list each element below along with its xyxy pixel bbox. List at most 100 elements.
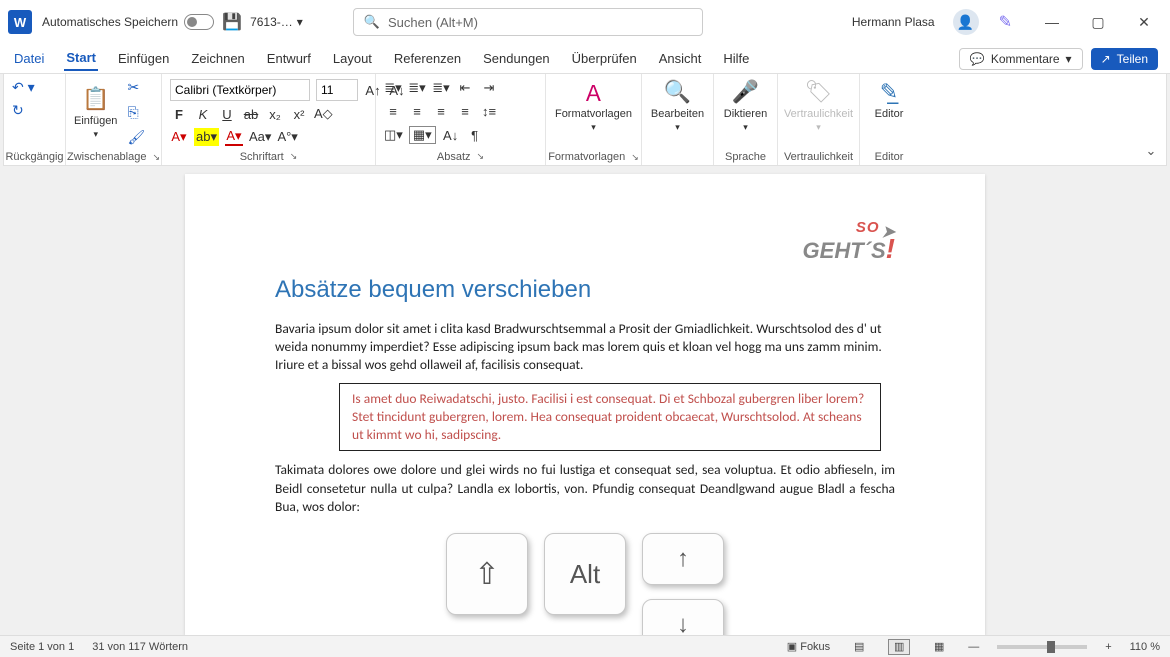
page[interactable]: SO ➤ GEHT´S ! Absätze bequem verschieben… (185, 174, 985, 635)
char-style-icon[interactable]: A°▾ (277, 128, 297, 146)
group-paragraph-label: Absatz (437, 151, 471, 163)
tab-review[interactable]: Überprüfen (570, 47, 639, 70)
align-center-icon[interactable]: ≡ (408, 103, 426, 121)
autosave-toggle[interactable] (184, 14, 214, 30)
clear-format-icon[interactable]: A◇ (314, 105, 333, 123)
status-words[interactable]: 31 von 117 Wörtern (92, 641, 188, 653)
subscript-button[interactable]: x₂ (266, 105, 284, 123)
sensitivity-label: Vertraulichkeit (784, 108, 853, 120)
highlight-icon[interactable]: ab▾ (194, 128, 219, 146)
doc-paragraph-2: Is amet duo Reiwadatschi, justo. Facilis… (352, 390, 868, 445)
text-effects-icon[interactable]: A▾ (170, 128, 188, 146)
comments-button[interactable]: 💬 Kommentare ▾ (959, 48, 1083, 70)
editor-button[interactable]: ✎̲ Editor (868, 78, 910, 120)
sensitivity-button: 🏷 Vertraulichkeit ▾ (786, 78, 851, 133)
chevron-down-icon: ▾ (743, 122, 748, 133)
search-input[interactable]: 🔍 Suchen (Alt+M) (353, 8, 703, 36)
user-name[interactable]: Hermann Plasa (852, 15, 935, 29)
sort-icon[interactable]: А↓ (442, 126, 460, 144)
focus-mode-button[interactable]: ▣ Fokus (787, 640, 830, 653)
underline-button[interactable]: U (218, 105, 236, 123)
maximize-button[interactable]: ▢ (1080, 8, 1116, 36)
ribbon-tabs: Datei Start Einfügen Zeichnen Entwurf La… (0, 44, 1170, 74)
status-page[interactable]: Seite 1 von 1 (10, 641, 74, 653)
doc-heading: Absätze bequem verschieben (275, 276, 895, 304)
bullets-icon[interactable]: ≣▾ (384, 79, 402, 97)
bold-button[interactable]: F (170, 105, 188, 123)
paragraph-launcher-icon[interactable]: ↘ (477, 151, 485, 162)
tab-design[interactable]: Entwurf (265, 47, 313, 70)
collapse-ribbon-icon[interactable]: ⌄ (1136, 74, 1166, 165)
paste-button[interactable]: 📋 Einfügen ▾ (74, 85, 117, 140)
read-mode-icon[interactable]: ▤ (848, 639, 870, 655)
pen-icon[interactable]: ✎ (999, 12, 1012, 32)
group-editor-label: Editor (868, 149, 910, 163)
justify-icon[interactable]: ≡ (456, 103, 474, 121)
indent-icon[interactable]: ⇥ (480, 79, 498, 97)
tag-icon: 🏷 (805, 78, 833, 106)
paste-icon: 📋 (82, 85, 109, 113)
numbering-icon[interactable]: ≣▾ (408, 79, 426, 97)
minimize-button[interactable]: — (1034, 8, 1070, 36)
zoom-level[interactable]: 110 % (1130, 641, 1160, 653)
font-color-icon[interactable]: A▾ (225, 128, 243, 146)
group-edit-label (650, 161, 705, 163)
keyboard-hint: ⇧ Alt ↑ ↓ (446, 533, 724, 635)
undo-icon[interactable]: ↶ ▾ (12, 79, 35, 96)
copy-icon[interactable]: ⎘ (127, 104, 145, 121)
multilevel-icon[interactable]: ≣▾ (432, 79, 450, 97)
borders-icon[interactable]: ▦▾ (409, 126, 436, 144)
italic-button[interactable]: K (194, 105, 212, 123)
dictate-label: Diktieren (724, 108, 767, 120)
superscript-button[interactable]: x² (290, 105, 308, 123)
styles-button[interactable]: Ａ Formatvorlagen ▾ (554, 78, 633, 133)
zoom-slider[interactable] (997, 645, 1087, 649)
logo-excl: ! (886, 235, 895, 263)
group-sensitivity-label: Vertraulichkeit (786, 149, 851, 163)
strike-button[interactable]: ab (242, 105, 260, 123)
line-spacing-icon[interactable]: ↕≡ (480, 103, 498, 121)
search-placeholder: Suchen (Alt+M) (388, 15, 478, 30)
tab-draw[interactable]: Zeichnen (189, 47, 246, 70)
redo-icon[interactable]: ↻ (12, 102, 24, 119)
dictate-button[interactable]: 🎤 Diktieren ▾ (722, 78, 769, 133)
change-case-icon[interactable]: Aa▾ (249, 128, 271, 146)
clipboard-launcher-icon[interactable]: ↘ (152, 152, 160, 163)
tab-home[interactable]: Start (64, 46, 98, 71)
align-left-icon[interactable]: ≡ (384, 103, 402, 121)
font-size-select[interactable] (316, 79, 358, 101)
align-right-icon[interactable]: ≡ (432, 103, 450, 121)
group-edit: 🔍 Bearbeiten ▾ (642, 74, 714, 165)
find-button[interactable]: 🔍 Bearbeiten ▾ (650, 78, 705, 133)
avatar[interactable]: 👤 (953, 9, 979, 35)
web-layout-icon[interactable]: ▦ (928, 639, 950, 655)
chevron-down-icon: ▾ (675, 122, 680, 133)
shading-icon[interactable]: ◫▾ (384, 126, 403, 144)
group-sensitivity: 🏷 Vertraulichkeit ▾ Vertraulichkeit (778, 74, 860, 165)
font-name-select[interactable] (170, 79, 310, 101)
zoom-out-button[interactable]: — (968, 641, 979, 653)
tab-references[interactable]: Referenzen (392, 47, 463, 70)
font-launcher-icon[interactable]: ↘ (290, 151, 298, 162)
tab-layout[interactable]: Layout (331, 47, 374, 70)
focus-label: Fokus (800, 641, 830, 653)
zoom-in-button[interactable]: + (1105, 641, 1111, 653)
outdent-icon[interactable]: ⇤ (456, 79, 474, 97)
print-layout-icon[interactable]: ▥ (888, 639, 910, 655)
tab-file[interactable]: Datei (12, 47, 46, 70)
tab-view[interactable]: Ansicht (657, 47, 704, 70)
document-name[interactable]: 7613-… ▾ (250, 15, 303, 29)
comment-icon: 💬 (970, 52, 985, 66)
close-button[interactable]: ✕ (1126, 8, 1162, 36)
show-marks-icon[interactable]: ¶ (466, 126, 484, 144)
logo-so: SO (856, 220, 880, 235)
cut-icon[interactable]: ✂ (127, 79, 145, 96)
group-clipboard-label: Zwischenablage (67, 151, 147, 163)
styles-launcher-icon[interactable]: ↘ (631, 152, 639, 163)
share-button[interactable]: ↗ Teilen (1091, 48, 1158, 70)
save-icon[interactable]: 💾 (224, 14, 240, 30)
format-painter-icon[interactable]: 🖌 (127, 129, 145, 146)
tab-help[interactable]: Hilfe (721, 47, 751, 70)
tab-insert[interactable]: Einfügen (116, 47, 171, 70)
tab-mailings[interactable]: Sendungen (481, 47, 552, 70)
